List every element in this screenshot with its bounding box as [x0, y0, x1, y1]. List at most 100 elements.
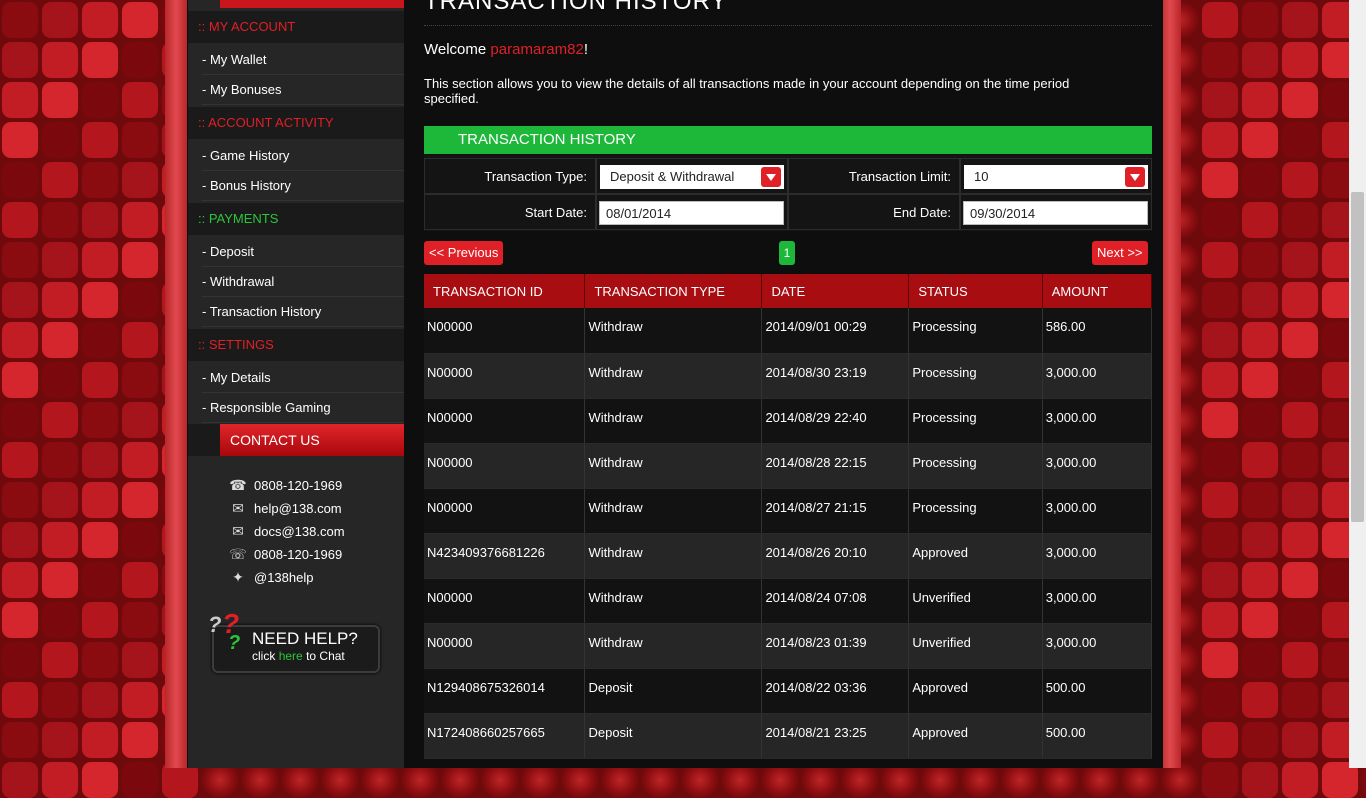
- sidebar: :: MY ACCOUNT - My Wallet - My Bonuses :…: [188, 0, 404, 768]
- background-tile: [1282, 42, 1318, 78]
- sidebar-item-bonus-history[interactable]: - Bonus History: [202, 171, 404, 201]
- cell-transaction-id: N00000: [424, 398, 586, 444]
- background-tile: [82, 442, 118, 478]
- background-tile: [1242, 282, 1278, 318]
- background-tile: [1202, 682, 1238, 718]
- background-tile: [2, 122, 38, 158]
- cell-date: 2014/08/29 22:40: [761, 398, 910, 444]
- transaction-type-cell: Deposit & Withdrawal: [596, 158, 788, 194]
- sidebar-item-deposit[interactable]: - Deposit: [202, 237, 404, 267]
- page-scrollbar[interactable]: [1349, 0, 1366, 768]
- background-tile: [2, 442, 38, 478]
- end-date-label: End Date:: [788, 194, 960, 230]
- sidebar-item-withdrawal[interactable]: - Withdrawal: [202, 267, 404, 297]
- cell-transaction-type: Withdraw: [584, 578, 763, 624]
- page-number-1[interactable]: 1: [779, 241, 795, 265]
- background-tile: [42, 682, 78, 718]
- sidebar-item-my-wallet[interactable]: - My Wallet: [202, 45, 404, 75]
- background-tile: [82, 242, 118, 278]
- contact-twitter[interactable]: ✦ @138help: [228, 567, 313, 587]
- background-tile: [82, 362, 118, 398]
- sidebar-item-responsible-gaming[interactable]: - Responsible Gaming: [202, 393, 404, 423]
- cell-transaction-type: Withdraw: [584, 308, 763, 354]
- table-row: N00000 Withdraw 2014/09/01 00:29 Processing…: [424, 308, 1153, 354]
- sidebar-item-my-details[interactable]: - My Details: [202, 363, 404, 393]
- dropdown-arrow-icon[interactable]: [761, 167, 781, 187]
- frame-strip-left: [165, 0, 187, 768]
- cell-transaction-id: N00000: [424, 443, 586, 489]
- transaction-limit-select[interactable]: 10: [964, 165, 1148, 189]
- background-tile: [1282, 162, 1318, 198]
- scrollbar-thumb[interactable]: [1351, 192, 1364, 522]
- cell-transaction-type: Deposit: [584, 668, 763, 714]
- contact-phone: ☎ 0808-120-1969: [228, 475, 342, 495]
- end-date-input[interactable]: 09/30/2014: [963, 201, 1148, 225]
- end-date-cell: 09/30/2014: [960, 194, 1152, 230]
- envelope-outline-icon: ✉: [232, 523, 244, 539]
- cell-transaction-type: Withdraw: [584, 443, 763, 489]
- background-tile: [122, 682, 158, 718]
- contact-docs[interactable]: ✉ docs@138.com: [228, 521, 345, 541]
- background-tile: [122, 2, 158, 38]
- background-tile: [1282, 682, 1318, 718]
- background-tile: [42, 242, 78, 278]
- page-title: TRANSACTION HISTORY: [424, 0, 728, 15]
- background-tile: [1202, 762, 1238, 798]
- contact-email-text[interactable]: help@138.com: [254, 501, 342, 516]
- transaction-limit-value: 10: [974, 169, 989, 184]
- background-tile: [1242, 722, 1278, 758]
- background-tile: [2, 242, 38, 278]
- sidebar-item-my-bonuses[interactable]: - My Bonuses: [202, 75, 404, 105]
- sidebar-item-transaction-history[interactable]: - Transaction History: [202, 297, 404, 327]
- welcome-message: Welcome paramaram82!: [424, 41, 588, 58]
- background-tile: [1202, 122, 1238, 158]
- background-tile: [1282, 402, 1318, 438]
- contact-header: CONTACT US: [188, 424, 404, 456]
- background-tile: [2, 722, 38, 758]
- background-tile: [42, 202, 78, 238]
- background-tile: [1242, 322, 1278, 358]
- previous-page-button[interactable]: << Previous: [424, 241, 504, 265]
- cell-transaction-type: Withdraw: [584, 533, 763, 579]
- background-tile: [2, 362, 38, 398]
- cell-amount: 500.00: [1042, 668, 1153, 714]
- background-tile: [122, 482, 158, 518]
- cell-amount: 3,000.00: [1042, 443, 1153, 489]
- transactions-table-body: N00000 Withdraw 2014/09/01 00:29 Processing…: [424, 308, 1153, 759]
- twitter-bird-icon: ✦: [232, 569, 244, 585]
- background-tile: [1242, 202, 1278, 238]
- background-tile: [1282, 522, 1318, 558]
- background-tile: [2, 2, 38, 38]
- background-tile: [122, 322, 158, 358]
- background-tile: [1242, 682, 1278, 718]
- contact-twitter-text[interactable]: @138help: [254, 570, 313, 585]
- background-tile: [1202, 602, 1238, 638]
- username: paramaram82: [490, 41, 584, 58]
- cell-status: Approved: [908, 533, 1043, 579]
- background-tile: [122, 162, 158, 198]
- cell-date: 2014/08/23 01:39: [761, 623, 910, 669]
- transaction-type-select[interactable]: Deposit & Withdrawal: [600, 165, 784, 189]
- cell-status: Processing: [908, 308, 1043, 354]
- background-tile: [1202, 562, 1238, 598]
- background-tile: [1242, 522, 1278, 558]
- background-tile: [2, 282, 38, 318]
- background-tile: [42, 442, 78, 478]
- background-tile: [82, 482, 118, 518]
- background-tile: [42, 722, 78, 758]
- dropdown-arrow-icon[interactable]: [1125, 167, 1145, 187]
- cell-transaction-type: Withdraw: [584, 488, 763, 534]
- contact-email[interactable]: ✉ help@138.com: [228, 498, 342, 518]
- background-tile: [2, 602, 38, 638]
- section-account-activity: :: ACCOUNT ACTIVITY: [188, 107, 404, 139]
- phone-icon: ☎: [229, 477, 247, 493]
- chat-here-link[interactable]: here: [279, 649, 303, 663]
- start-date-cell: 08/01/2014: [596, 194, 788, 230]
- background-tile: [2, 402, 38, 438]
- next-page-button[interactable]: Next >>: [1092, 241, 1148, 265]
- contact-docs-text[interactable]: docs@138.com: [254, 524, 345, 539]
- start-date-input[interactable]: 08/01/2014: [599, 201, 784, 225]
- cell-status: Processing: [908, 398, 1043, 444]
- cell-amount: 3,000.00: [1042, 578, 1153, 624]
- sidebar-item-game-history[interactable]: - Game History: [202, 141, 404, 171]
